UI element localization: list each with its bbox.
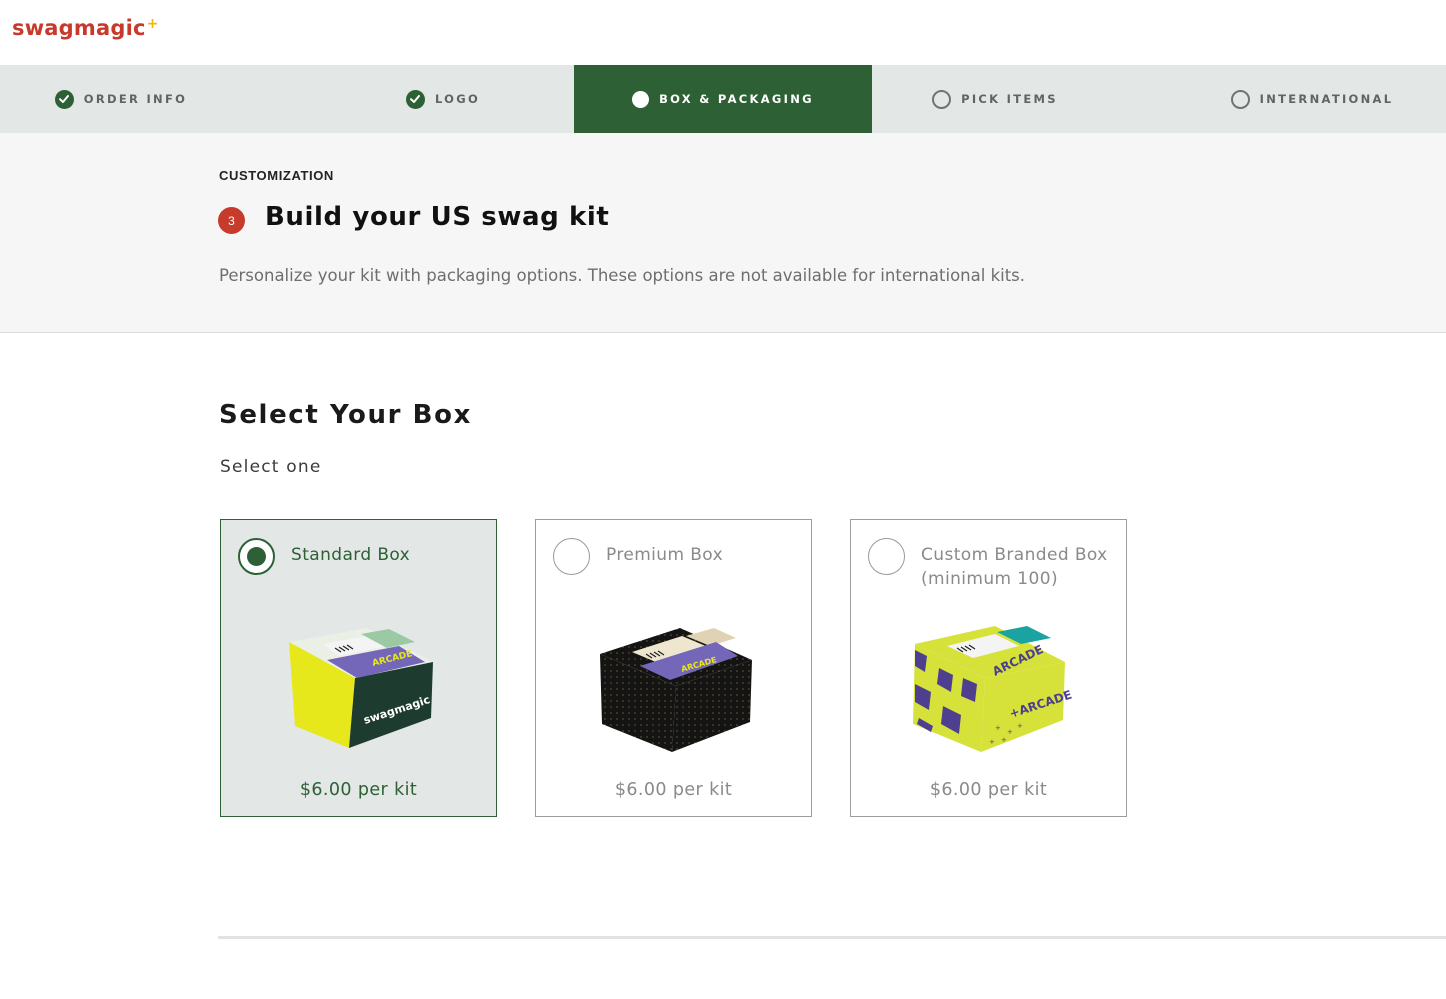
step-order-info[interactable]: ORDER INFO bbox=[0, 65, 288, 133]
logo-spark-icon: + bbox=[146, 16, 159, 32]
step-label: LOGO bbox=[434, 92, 481, 106]
logo-text: swagmagic bbox=[12, 16, 146, 40]
custom-branded-box-image: ARCADE +ARCADE + ++++ bbox=[912, 626, 1073, 752]
select-box-heading: Select Your Box bbox=[219, 400, 472, 430]
box-option-price: $6.00 per kit bbox=[614, 780, 733, 800]
step-label: BOX & PACKAGING bbox=[659, 92, 814, 106]
box-option-price: $6.00 per kit bbox=[929, 780, 1048, 800]
box-option-name: Custom Branded Box (minimum 100) bbox=[921, 545, 1108, 589]
empty-circle-icon bbox=[1230, 89, 1250, 109]
current-step-dot-icon bbox=[632, 90, 650, 108]
section-eyebrow: CUSTOMIZATION bbox=[219, 168, 334, 183]
checkout-stepper: ORDER INFO LOGO BOX & PACKAGING PICK ITE… bbox=[0, 65, 1446, 133]
svg-text:+: + bbox=[1001, 736, 1007, 744]
step-logo[interactable]: LOGO bbox=[288, 65, 574, 133]
empty-circle-icon bbox=[932, 89, 952, 109]
step-international[interactable]: INTERNATIONAL bbox=[1158, 65, 1446, 133]
step-box-packaging[interactable]: BOX & PACKAGING bbox=[574, 65, 872, 133]
section-divider bbox=[218, 936, 1446, 939]
swagmagic-logo[interactable]: swagmagic+ bbox=[12, 16, 159, 40]
top-bar: swagmagic+ bbox=[0, 0, 1446, 65]
step-number-badge: 3 bbox=[218, 207, 245, 234]
svg-text:+: + bbox=[989, 738, 995, 746]
premium-box-image: ARCADE bbox=[599, 628, 752, 752]
select-box-hint: Select one bbox=[220, 457, 322, 477]
box-option-custom-branded[interactable]: Custom Branded Box (minimum 100) ARCADE … bbox=[850, 519, 1127, 817]
svg-text:+: + bbox=[995, 724, 1001, 732]
page-title: Build your US swag kit bbox=[265, 201, 610, 232]
title-row: 3 Build your US swag kit bbox=[218, 199, 609, 234]
step-label: INTERNATIONAL bbox=[1259, 92, 1394, 106]
step-pick-items[interactable]: PICK ITEMS bbox=[872, 65, 1158, 133]
step-label: PICK ITEMS bbox=[961, 92, 1058, 106]
page-subtitle: Personalize your kit with packaging opti… bbox=[219, 266, 1026, 285]
box-option-price: $6.00 per kit bbox=[299, 780, 418, 800]
check-circle-icon bbox=[54, 89, 74, 109]
box-option-standard[interactable]: Standard Box ARCADE swagmagic $6.00 per … bbox=[220, 519, 497, 817]
svg-text:+: + bbox=[1007, 728, 1013, 736]
box-option-name: Premium Box bbox=[606, 545, 724, 565]
radio-button-selected[interactable] bbox=[238, 538, 275, 575]
customization-header: CUSTOMIZATION 3 Build your US swag kit P… bbox=[0, 133, 1446, 333]
standard-box-image: ARCADE swagmagic bbox=[288, 628, 433, 748]
svg-text:+: + bbox=[1017, 722, 1023, 730]
check-circle-icon bbox=[405, 89, 425, 109]
radio-button[interactable] bbox=[553, 538, 590, 575]
step-label: ORDER INFO bbox=[83, 92, 188, 106]
box-option-premium[interactable]: Premium Box ARCADE $6.00 per kit bbox=[535, 519, 812, 817]
box-option-name: Standard Box bbox=[291, 545, 411, 565]
radio-button[interactable] bbox=[868, 538, 905, 575]
